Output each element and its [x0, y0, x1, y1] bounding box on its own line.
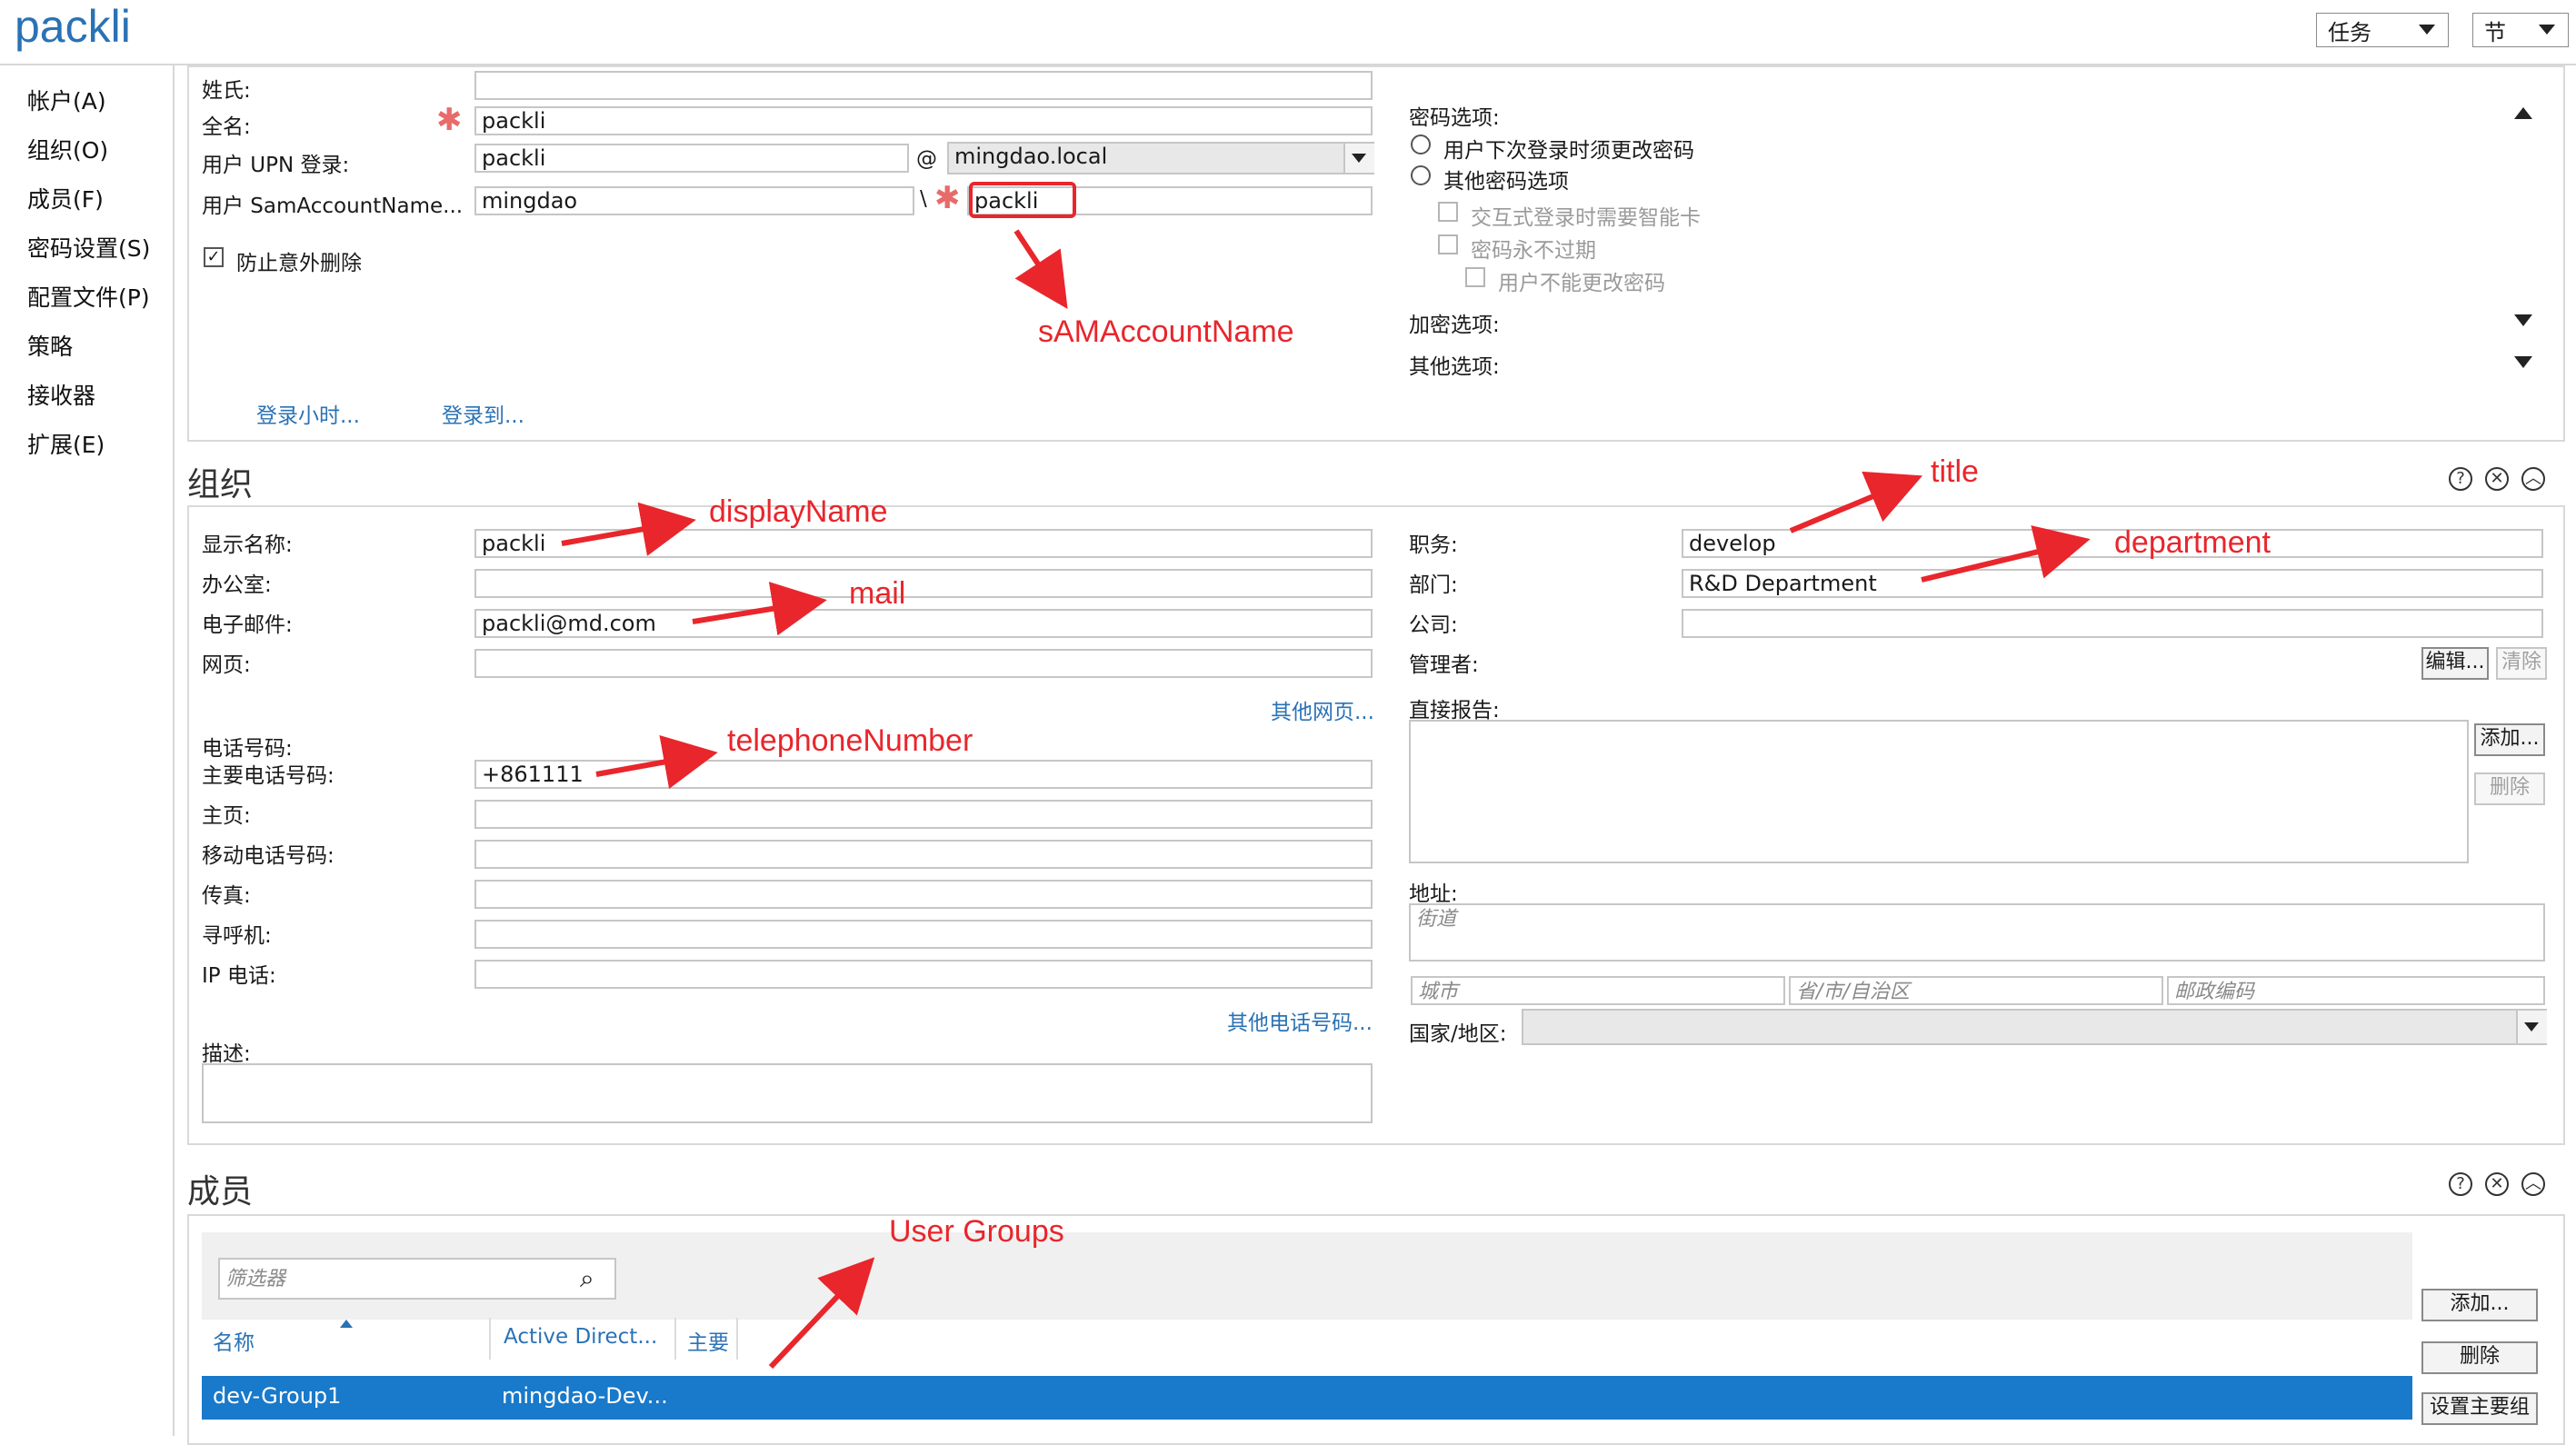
arrow-groups: [768, 1257, 875, 1370]
annotation-sam: sAMAccountName: [1038, 314, 1294, 349]
arrow-display-name: [561, 502, 696, 556]
annotation-telephone: telephoneNumber: [727, 723, 973, 758]
annotation-mail: mail: [849, 576, 906, 611]
arrow-sam: [1013, 229, 1068, 310]
annotation-title: title: [1931, 454, 1979, 489]
annotation-groups: User Groups: [889, 1214, 1064, 1249]
arrow-department: [1921, 525, 2091, 583]
arrow-telephone: [595, 734, 718, 790]
annotation-department: department: [2114, 525, 2271, 560]
annotation-arrows: [561, 229, 2091, 1370]
arrow-title: [1789, 471, 1923, 533]
annotation-display-name: displayName: [709, 494, 888, 529]
arrow-mail: [692, 582, 827, 636]
